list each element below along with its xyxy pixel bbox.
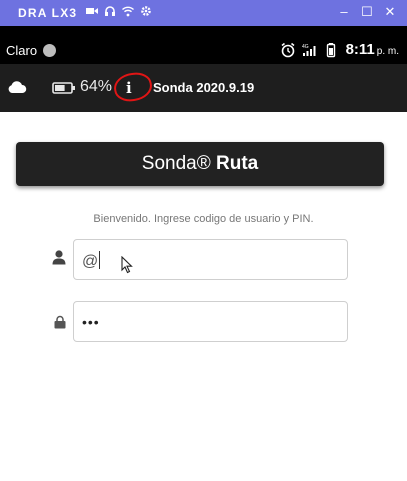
- video-icon: [86, 5, 98, 17]
- notification-dot-icon: [43, 44, 56, 57]
- wifi-icon: [122, 5, 134, 17]
- mouse-pointer-icon: [121, 255, 133, 279]
- lock-icon: [53, 315, 67, 329]
- close-button[interactable]: ✕: [383, 4, 397, 20]
- pin-masked-value: •••: [82, 314, 100, 330]
- alarm-icon: [280, 42, 296, 58]
- emulator-title-bar: DRA LX3 – ☐ ✕: [0, 0, 407, 26]
- user-code-input[interactable]: @: [73, 239, 348, 280]
- svg-text:4G: 4G: [302, 44, 309, 50]
- settings-icon: [140, 5, 152, 17]
- clock-time: 8:11: [345, 41, 375, 58]
- headphones-icon: [104, 5, 116, 17]
- maximize-button[interactable]: ☐: [360, 4, 374, 20]
- carrier-name: Claro: [6, 43, 38, 58]
- welcome-message: Bienvenido. Ingrese codigo de usuario y …: [93, 213, 314, 225]
- app-banner: Sonda® Ruta: [16, 142, 384, 186]
- text-caret: [99, 251, 101, 269]
- minimize-button[interactable]: –: [337, 4, 351, 20]
- screen-top-bezel: [0, 26, 407, 38]
- clock-ampm: p. m.: [376, 46, 399, 57]
- app-action-bar: 64% i Sonda 2020.9.19: [0, 64, 407, 112]
- user-code-value: @: [82, 251, 101, 270]
- pin-input[interactable]: •••: [73, 301, 348, 342]
- user-icon: [51, 249, 67, 265]
- banner-brand: Sonda®: [141, 153, 211, 174]
- cloud-icon[interactable]: [7, 80, 27, 99]
- cell-signal-icon: 4G: [302, 42, 318, 58]
- window-controls: – ☐ ✕: [337, 4, 397, 20]
- login-screen: Sonda® Ruta Bienvenido. Ingrese codigo d…: [0, 112, 407, 481]
- banner-title: Ruta: [216, 153, 259, 174]
- emulator-status-icons: [86, 5, 152, 17]
- battery-percentage: 64%: [80, 78, 113, 95]
- phone-battery-icon: [324, 42, 340, 58]
- status-clock: 8:11 p. m.: [346, 41, 399, 59]
- status-indicators: 4G 8:11 p. m.: [280, 41, 399, 59]
- app-version-label: Sonda 2020.9.19: [153, 80, 255, 95]
- annotation-circle: [112, 70, 154, 104]
- emulator-device-name: DRA LX3: [18, 6, 78, 20]
- android-status-bar: Claro 4G 8:11 p. m.: [0, 38, 407, 64]
- battery-icon: [52, 81, 76, 99]
